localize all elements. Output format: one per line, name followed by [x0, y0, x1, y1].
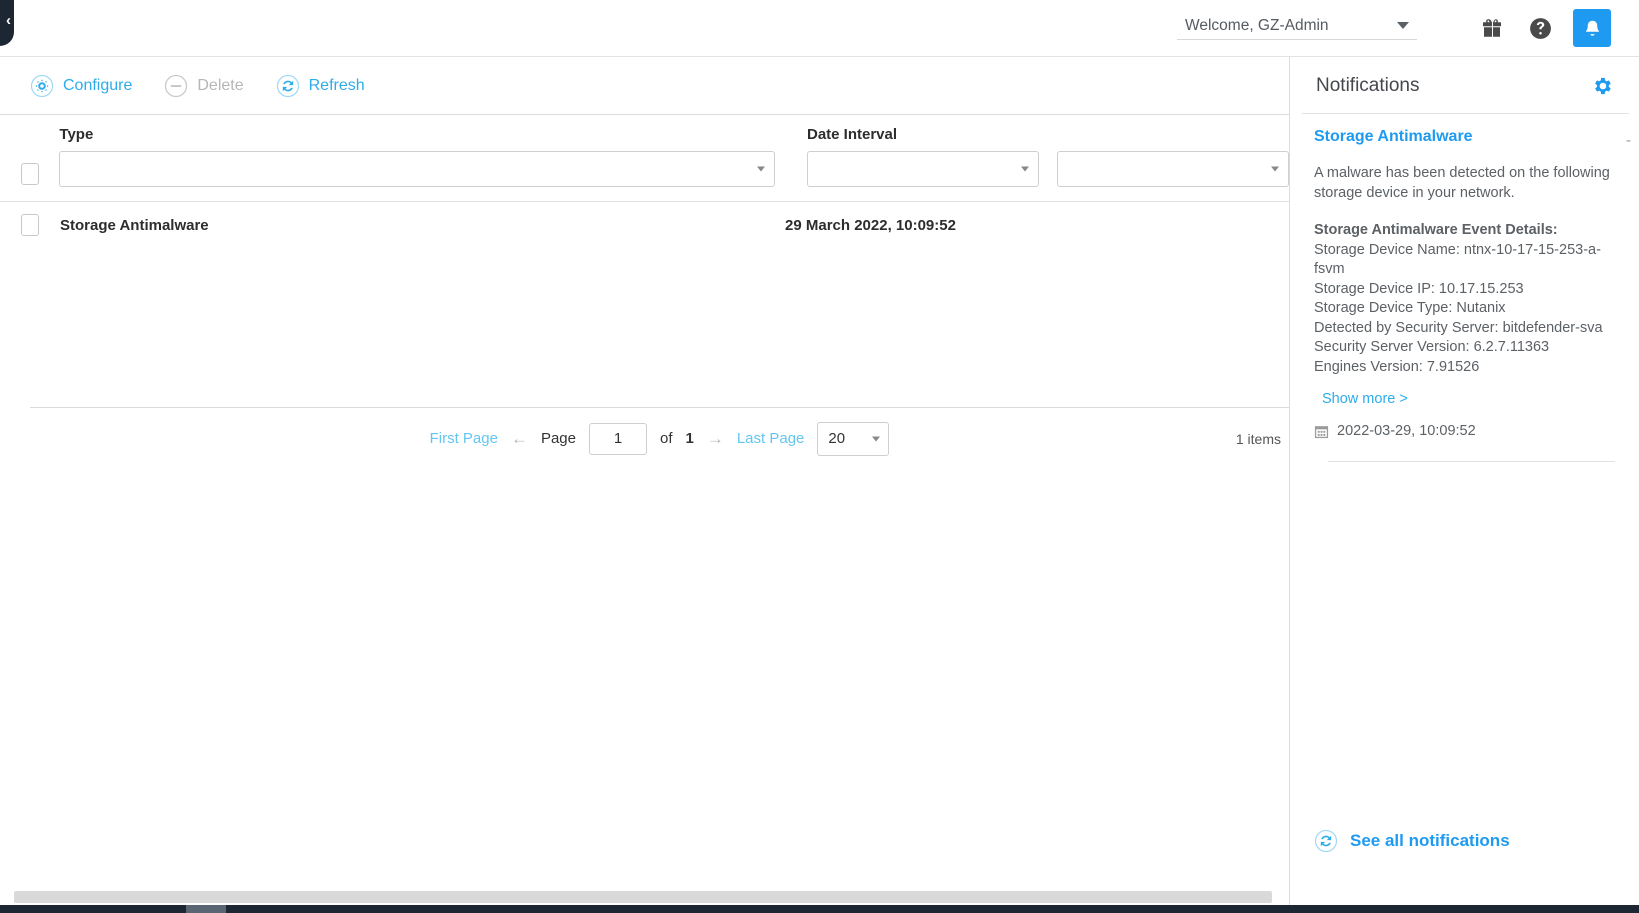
notification-timestamp: 2022-03-29, 10:09:52: [1337, 423, 1476, 439]
notifications-panel: Notifications Storage Antimalware - A ma…: [1289, 57, 1639, 913]
chevron-down-icon: [872, 436, 880, 441]
notification-item: Storage Antimalware - A malware has been…: [1290, 114, 1639, 462]
notification-detail-line: Detected by Security Server: bitdefender…: [1314, 319, 1625, 339]
notification-detail-line: Security Server Version: 6.2.7.11363: [1314, 338, 1625, 358]
bottom-taskbar: [0, 905, 1639, 913]
refresh-circle-icon: [276, 74, 300, 98]
type-filter-select[interactable]: [59, 151, 775, 187]
date-from-select[interactable]: [807, 151, 1039, 187]
notifications-header: Notifications: [1302, 57, 1629, 114]
date-filter-column: Date Interval: [807, 126, 1289, 187]
row-select-cell: [0, 214, 60, 238]
last-page-link[interactable]: Last Page: [737, 430, 805, 447]
gear-circle-icon: [30, 74, 54, 98]
pagination-bar: First Page ← Page of 1 → Last Page 20 1 …: [30, 407, 1289, 469]
table-row[interactable]: Storage Antimalware 29 March 2022, 10:09…: [0, 201, 1289, 249]
type-filter-column: Type: [59, 126, 807, 187]
chevron-down-icon: [1021, 167, 1029, 172]
next-page-arrow[interactable]: →: [707, 429, 724, 449]
items-count-label: 1 items: [1236, 431, 1281, 447]
main-content: Configure Delete Refresh: [0, 57, 1289, 913]
gear-icon[interactable]: [1591, 75, 1613, 97]
page-size-value: 20: [828, 430, 845, 447]
type-column-header: Type: [59, 126, 807, 143]
bell-icon[interactable]: [1573, 9, 1611, 47]
date-column-header: Date Interval: [807, 126, 1289, 143]
calendar-icon: [1314, 424, 1329, 439]
notification-detail-line: Storage Device Type: Nutanix: [1314, 299, 1625, 319]
refresh-icon: [1314, 829, 1338, 853]
action-toolbar: Configure Delete Refresh: [0, 57, 1289, 115]
see-all-notifications-label: See all notifications: [1350, 831, 1510, 851]
row-checkbox[interactable]: [21, 214, 39, 236]
refresh-label: Refresh: [309, 77, 365, 95]
configure-button[interactable]: Configure: [30, 74, 132, 98]
top-header-bar: Welcome, GZ-Admin: [0, 0, 1639, 57]
chevron-left-icon: ‹: [6, 13, 11, 28]
page-number-input[interactable]: [589, 423, 647, 455]
of-label: of: [660, 430, 673, 447]
notification-detail-line: Storage Device Name: ntnx-10-17-15-253-a…: [1314, 241, 1625, 280]
notification-detail-line: Engines Version: 7.91526: [1314, 358, 1625, 378]
first-page-link[interactable]: First Page: [430, 430, 498, 447]
notifications-title: Notifications: [1316, 75, 1420, 97]
help-icon[interactable]: [1525, 13, 1555, 43]
show-more-link[interactable]: Show more >: [1322, 391, 1408, 407]
notification-timestamp-row: 2022-03-29, 10:09:52: [1314, 423, 1625, 439]
chevron-down-icon: [757, 167, 765, 172]
chevron-down-icon: [1271, 167, 1279, 172]
select-all-cell: [0, 163, 59, 187]
notification-details-heading: Storage Antimalware Event Details:: [1314, 221, 1625, 241]
page-label: Page: [541, 430, 576, 447]
pagination-controls: First Page ← Page of 1 → Last Page 20: [430, 422, 890, 456]
total-pages-label: 1: [686, 430, 694, 447]
minus-circle-icon: [164, 74, 188, 98]
delete-label: Delete: [197, 77, 243, 95]
notification-item-title[interactable]: Storage Antimalware: [1314, 128, 1625, 146]
page-size-select[interactable]: 20: [817, 422, 889, 456]
taskbar-indicator: [186, 905, 226, 913]
filter-bar: Type Date Interval: [0, 115, 1289, 201]
sidebar-collapse-toggle[interactable]: ‹: [0, 0, 14, 46]
see-all-notifications-button[interactable]: See all notifications: [1314, 829, 1510, 853]
gift-icon[interactable]: [1477, 13, 1507, 43]
notification-collapse-toggle[interactable]: -: [1626, 132, 1631, 149]
select-all-checkbox[interactable]: [21, 163, 39, 185]
application-root: Welcome, GZ-Admin: [0, 0, 1639, 913]
date-select-group: [807, 151, 1289, 187]
row-date-value: 29 March 2022, 10:09:52: [785, 217, 956, 234]
previous-page-arrow[interactable]: ←: [511, 429, 528, 449]
row-type-value: Storage Antimalware: [60, 217, 785, 234]
refresh-button[interactable]: Refresh: [276, 74, 365, 98]
notification-description: A malware has been detected on the follo…: [1314, 164, 1625, 203]
top-icon-group: [1477, 9, 1611, 47]
delete-button[interactable]: Delete: [164, 74, 243, 98]
configure-label: Configure: [63, 77, 132, 95]
horizontal-scrollbar[interactable]: [14, 891, 1272, 903]
chevron-down-icon: [1397, 22, 1409, 29]
notification-divider: [1328, 461, 1615, 462]
user-menu[interactable]: Welcome, GZ-Admin: [1177, 17, 1417, 40]
welcome-label: Welcome, GZ-Admin: [1185, 17, 1329, 35]
notification-detail-line: Storage Device IP: 10.17.15.253: [1314, 280, 1625, 300]
date-to-select[interactable]: [1057, 151, 1289, 187]
